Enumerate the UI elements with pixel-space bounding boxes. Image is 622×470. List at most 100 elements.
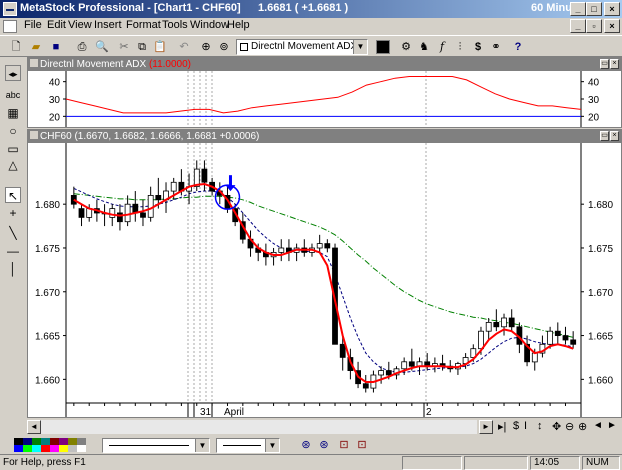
- candle-body: [385, 370, 392, 376]
- x-axis-label: April: [224, 407, 244, 417]
- triangle-tool-icon[interactable]: △: [5, 157, 21, 173]
- chevron-down-icon[interactable]: ▼: [353, 40, 367, 54]
- style-toolbar: ▼ ▼ ⊛ ⊛ ⊡ ⊡: [0, 436, 622, 454]
- candle-body: [339, 343, 346, 358]
- style-icon-3[interactable]: ⊡: [336, 437, 352, 453]
- grid-tool-icon[interactable]: ▦: [5, 105, 21, 121]
- scale-icon[interactable]: ↕: [537, 420, 543, 432]
- scroll-start-icon[interactable]: ▸|: [498, 420, 506, 433]
- menu-help[interactable]: Help: [227, 19, 250, 31]
- horizontal-line-icon[interactable]: —: [5, 243, 21, 259]
- print-preview-icon[interactable]: 🔍: [94, 39, 110, 55]
- adx-title-text: Directnl Movement ADX: [40, 59, 147, 70]
- chart-doc-icon[interactable]: [3, 20, 17, 33]
- price-y-tick-right: 1.675: [588, 244, 613, 255]
- title-bar: MetaStock Professional - [Chart1 - CHF60…: [0, 0, 622, 18]
- adx-y-tick-right: 20: [588, 112, 600, 123]
- expert-icon[interactable]: ♞: [416, 39, 432, 55]
- menu-tools[interactable]: Tools: [162, 19, 188, 31]
- zoom-dollar-icon[interactable]: $: [513, 420, 519, 432]
- price-panel: CHF60 (1.6670, 1.6682, 1.6666, 1.6681 +0…: [27, 129, 622, 418]
- undo-icon[interactable]: ↶: [176, 39, 192, 55]
- app-icon[interactable]: [3, 2, 17, 16]
- minimize-button[interactable]: _: [570, 2, 586, 16]
- chevron-down-icon[interactable]: ▼: [265, 439, 279, 452]
- vertical-line-icon[interactable]: │: [5, 261, 21, 277]
- menu-bar: File Edit View Insert Format Tools Windo…: [0, 18, 622, 35]
- maximize-button[interactable]: □: [586, 2, 602, 16]
- doc-close-button[interactable]: ×: [604, 19, 620, 33]
- close-button[interactable]: ×: [604, 2, 620, 16]
- zoom-in-icon[interactable]: ⊕: [578, 420, 587, 433]
- menu-format[interactable]: Format: [126, 19, 161, 31]
- menu-window[interactable]: Window: [190, 19, 229, 31]
- paste-icon[interactable]: 📋: [152, 39, 168, 55]
- candle-body: [362, 383, 369, 389]
- candle-body: [201, 168, 208, 183]
- scroll-right-button[interactable]: ►: [479, 420, 493, 434]
- candle-body: [124, 203, 131, 223]
- crosshair-tool-icon[interactable]: +: [5, 205, 21, 221]
- print-icon[interactable]: ⎙: [74, 39, 90, 55]
- price-minimize-button[interactable]: ▭: [600, 131, 609, 141]
- menu-file[interactable]: File: [24, 19, 42, 31]
- style-icon-4[interactable]: ⊡: [354, 437, 370, 453]
- adx-line: [65, 76, 582, 114]
- title-quote: 1.6681 ( +1.6681 ): [258, 2, 349, 14]
- indicator-builder-icon[interactable]: [376, 40, 390, 54]
- function-icon[interactable]: f: [434, 39, 450, 55]
- scroll-back-icon[interactable]: ◄: [593, 420, 603, 431]
- candle-body: [547, 330, 553, 345]
- adx-close-button[interactable]: ×: [610, 59, 619, 69]
- move-icon[interactable]: ✥: [552, 420, 561, 433]
- dollar-icon[interactable]: $: [470, 39, 486, 55]
- crosshair-icon[interactable]: ⊕: [198, 39, 214, 55]
- line-weight-select[interactable]: ▼: [216, 438, 280, 453]
- help-pointer-icon[interactable]: ?: [510, 39, 526, 55]
- rectangle-tool-icon[interactable]: ▭: [5, 141, 21, 157]
- chevron-down-icon[interactable]: ▼: [195, 439, 209, 452]
- ellipse-tool-icon[interactable]: ○: [5, 123, 21, 139]
- menu-edit[interactable]: Edit: [47, 19, 66, 31]
- style-icon-1[interactable]: ⊛: [298, 437, 314, 453]
- trendline-tool-icon[interactable]: ╲: [5, 225, 21, 241]
- candle-body: [147, 195, 154, 218]
- price-y-tick-left: 1.665: [35, 332, 60, 343]
- style-icon-2[interactable]: ⊛: [316, 437, 332, 453]
- horizontal-scrollbar-track[interactable]: [41, 420, 477, 434]
- explorer-icon[interactable]: ⚙: [398, 39, 414, 55]
- zoom-out-icon[interactable]: ⊖: [565, 420, 574, 433]
- copy-icon[interactable]: ⧉: [134, 39, 150, 55]
- color-palette[interactable]: [14, 438, 86, 452]
- open-icon[interactable]: ▰: [28, 39, 44, 55]
- select-pointer-icon[interactable]: ↖: [5, 187, 21, 203]
- scroll-left-button[interactable]: ◄: [27, 420, 41, 434]
- menu-insert[interactable]: Insert: [94, 19, 122, 31]
- binoculars-icon[interactable]: ⚭: [488, 39, 504, 55]
- price-y-tick-left: 1.670: [35, 288, 60, 299]
- zoom-i-icon[interactable]: I: [524, 420, 527, 432]
- text-tool-icon[interactable]: abc: [5, 87, 21, 103]
- candle-body: [324, 243, 331, 249]
- system-tester-icon[interactable]: ⫶: [452, 39, 468, 55]
- menu-view[interactable]: View: [68, 19, 92, 31]
- candle-body: [170, 181, 177, 192]
- scroll-arrows-icon[interactable]: ◂▸: [5, 65, 21, 81]
- cut-icon[interactable]: ✂: [116, 39, 132, 55]
- scroll-forward-icon[interactable]: ►: [607, 420, 617, 431]
- status-pane: [464, 456, 528, 470]
- status-num-text: NUM: [586, 457, 609, 468]
- save-icon[interactable]: ■: [48, 39, 64, 55]
- doc-minimize-button[interactable]: _: [570, 19, 586, 33]
- indicator-select[interactable]: Directnl Movement ADX ▼: [236, 39, 368, 55]
- line-style-select[interactable]: ▼: [102, 438, 210, 453]
- status-pane: [402, 456, 462, 470]
- candle-body: [316, 243, 323, 249]
- doc-restore-button[interactable]: ▫: [586, 19, 602, 33]
- price-close-button[interactable]: ×: [610, 131, 619, 141]
- adx-minimize-button[interactable]: ▭: [600, 59, 609, 69]
- panel-icon: [30, 59, 38, 67]
- new-icon[interactable]: 🗋: [8, 39, 24, 55]
- price-y-tick-right: 1.670: [588, 288, 613, 299]
- zoom-icon[interactable]: ⊚: [216, 39, 232, 55]
